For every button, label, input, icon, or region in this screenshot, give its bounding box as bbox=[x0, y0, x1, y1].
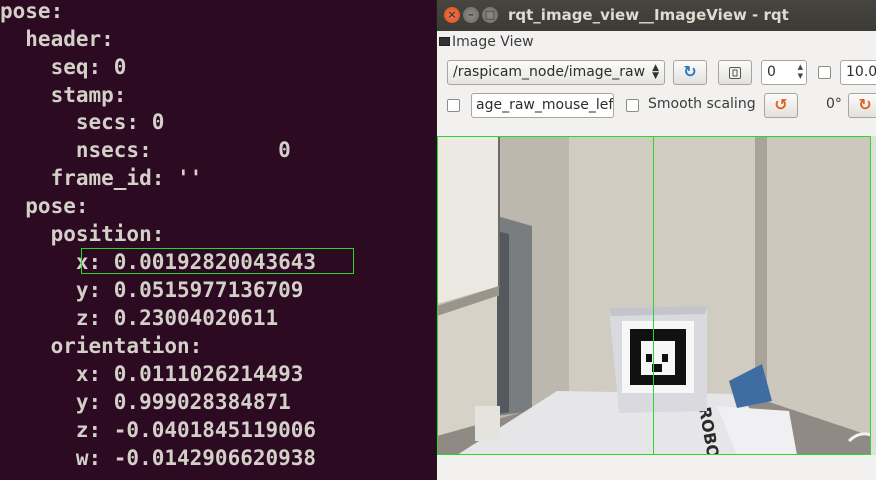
plugin-header[interactable]: Image View bbox=[437, 31, 876, 55]
spin-arrows-icon: ▲ ▼ bbox=[797, 63, 803, 80]
publish-click-checkbox[interactable] bbox=[447, 99, 460, 112]
rotate-left-icon: ↺ bbox=[774, 95, 788, 114]
image-center-line bbox=[653, 136, 654, 455]
close-window-button[interactable]: × bbox=[444, 7, 460, 23]
terminal-line: stamp: bbox=[0, 83, 127, 107]
terminal-line: y: 0.999028384871 bbox=[0, 390, 291, 414]
terminal-line: z: 0.23004020611 bbox=[0, 306, 279, 330]
terminal-line: y: 0.0515977136709 bbox=[0, 278, 304, 302]
terminal-pane[interactable]: pose: header: seq: 0 stamp: secs: 0 nsec… bbox=[0, 0, 436, 480]
terminal-line: seq: 0 bbox=[0, 55, 127, 79]
maximize-icon: □ bbox=[484, 8, 496, 21]
terminal-line: position: bbox=[0, 222, 165, 246]
rotate-left-button[interactable]: ↺ bbox=[764, 93, 798, 118]
scale-value: 10.00 bbox=[846, 64, 876, 80]
terminal-line: frame_id: '' bbox=[0, 166, 203, 190]
dynamic-range-spinbox[interactable]: 0 ▲ ▼ bbox=[761, 60, 807, 85]
highlight-box bbox=[81, 248, 354, 274]
image-view[interactable]: ROBOTIS bbox=[437, 136, 871, 455]
image-border-overlay bbox=[437, 136, 871, 455]
title-bar[interactable]: × – □ rqt_image_view__ImageView - rqt bbox=[437, 0, 876, 31]
terminal-line: w: -0.0142906620938 bbox=[0, 446, 317, 470]
terminal-line: pose: bbox=[0, 0, 64, 23]
terminal-line: pose: bbox=[0, 194, 89, 218]
updown-arrows-icon: ▲ ▼ bbox=[652, 63, 659, 81]
window-title: rqt_image_view__ImageView - rqt bbox=[508, 6, 789, 24]
zoom-original-button[interactable] bbox=[718, 60, 752, 85]
terminal-line: secs: 0 bbox=[0, 110, 165, 134]
plugin-label: Image View bbox=[452, 34, 534, 50]
terminal-line: nsecs: 0 bbox=[0, 138, 291, 162]
close-icon: × bbox=[447, 8, 457, 21]
refresh-icon: ↻ bbox=[683, 62, 697, 81]
smooth-scaling-checkbox[interactable] bbox=[626, 99, 639, 112]
rotation-label: 0° bbox=[826, 96, 842, 112]
zoom-1to1-icon bbox=[729, 67, 741, 79]
maximize-window-button[interactable]: □ bbox=[482, 7, 498, 23]
terminal-line: header: bbox=[0, 27, 114, 51]
terminal-line: x: 0.0111026214493 bbox=[0, 362, 304, 386]
topic-value: /raspicam_node/image_raw bbox=[453, 64, 646, 80]
terminal-line: orientation: bbox=[0, 334, 203, 358]
scale-input[interactable]: 10.00 bbox=[840, 60, 876, 85]
plugin-icon bbox=[439, 37, 450, 46]
minimize-window-button[interactable]: – bbox=[463, 7, 479, 23]
spinbox-value: 0 bbox=[767, 64, 776, 80]
rqt-window[interactable]: × – □ rqt_image_view__ImageView - rqt Im… bbox=[436, 0, 876, 480]
mouse-topic-input[interactable]: age_raw_mouse_left bbox=[471, 93, 614, 118]
rotate-right-icon: ↻ bbox=[858, 95, 872, 114]
vertical-scrollbar[interactable] bbox=[871, 136, 876, 455]
scale-checkbox[interactable] bbox=[818, 66, 831, 79]
terminal-line: z: -0.0401845119006 bbox=[0, 418, 317, 442]
topic-combobox[interactable]: /raspicam_node/image_raw ▲ ▼ bbox=[447, 60, 665, 85]
rotate-right-button[interactable]: ↻ bbox=[848, 93, 876, 118]
smooth-scaling-label: Smooth scaling bbox=[648, 96, 756, 112]
mouse-topic-value: age_raw_mouse_left bbox=[476, 97, 614, 113]
status-strip bbox=[437, 455, 876, 480]
refresh-topics-button[interactable]: ↻ bbox=[673, 60, 707, 85]
minimize-icon: – bbox=[468, 8, 474, 21]
